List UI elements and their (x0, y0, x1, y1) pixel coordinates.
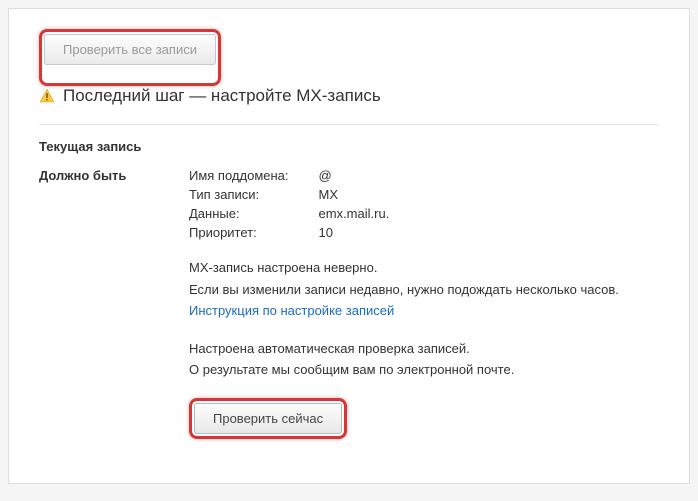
table-row: Тип записи: MX (189, 187, 389, 206)
subdomain-value: @ (319, 168, 390, 187)
type-value: MX (319, 187, 390, 206)
data-value: emx.mail.ru. (319, 206, 390, 225)
mx-setup-panel: Проверить все записи Последний шаг — нас… (8, 8, 690, 484)
check-now-wrap: Проверить сейчас (189, 398, 659, 439)
highlight-check-now: Проверить сейчас (189, 398, 347, 439)
data-label: Данные: (189, 206, 319, 225)
type-label: Тип записи: (189, 187, 319, 206)
check-now-button[interactable]: Проверить сейчас (194, 403, 342, 434)
auto-check-block: Настроена автоматическая проверка записе… (189, 339, 659, 380)
priority-value: 10 (319, 225, 390, 244)
should-be-value: Имя поддомена: @ Тип записи: MX Данные: … (189, 168, 659, 439)
table-row: Данные: emx.mail.ru. (189, 206, 389, 225)
current-record-row: Текущая запись (39, 139, 659, 154)
table-row: Имя поддомена: @ (189, 168, 389, 187)
divider (39, 124, 659, 125)
should-be-row: Должно быть Имя поддомена: @ Тип записи:… (39, 168, 659, 439)
subdomain-label: Имя поддомена: (189, 168, 319, 187)
highlight-check-all: Проверить все записи (39, 29, 221, 86)
current-record-label: Текущая запись (39, 139, 189, 154)
status-line2: Если вы изменили записи недавно, нужно п… (189, 280, 659, 300)
priority-label: Приоритет: (189, 225, 319, 244)
page-title: Последний шаг — настройте MX-запись (63, 86, 381, 106)
auto-line2: О результате мы сообщим вам по электронн… (189, 360, 659, 380)
instructions-link[interactable]: Инструкция по настройке записей (189, 303, 394, 318)
auto-line1: Настроена автоматическая проверка записе… (189, 339, 659, 359)
status-line1: MX-запись настроена неверно. (189, 258, 659, 278)
table-row: Приоритет: 10 (189, 225, 389, 244)
should-be-label: Должно быть (39, 168, 189, 183)
status-block: MX-запись настроена неверно. Если вы изм… (189, 258, 659, 321)
check-all-button[interactable]: Проверить все записи (44, 34, 216, 65)
heading-row: Последний шаг — настройте MX-запись (39, 86, 659, 106)
record-fields-table: Имя поддомена: @ Тип записи: MX Данные: … (189, 168, 389, 244)
warning-icon (39, 88, 55, 104)
